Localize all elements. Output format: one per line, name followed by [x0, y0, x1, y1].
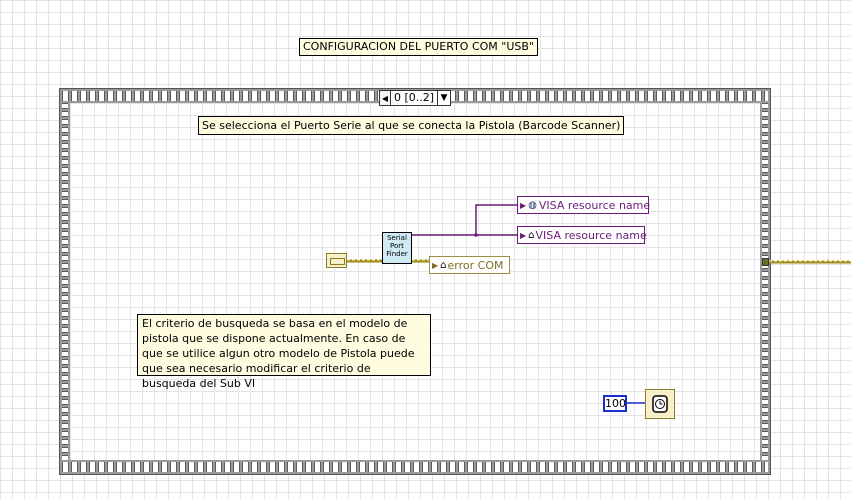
- indicator-label: VISA resource name: [538, 198, 651, 212]
- indicator-label: error COM: [447, 258, 504, 272]
- error-cluster-constant[interactable]: [326, 253, 347, 268]
- visa-wire-branch: [475, 204, 517, 235]
- indicator-arrow-icon: ▶: [520, 200, 527, 210]
- indicator-label: VISA resource name: [535, 228, 647, 242]
- subvi-label-line1: Serial: [387, 234, 407, 242]
- wait-ms-constant[interactable]: 100: [603, 395, 627, 412]
- wires: [347, 204, 851, 404]
- search-criteria-comment: El criterio de busqueda se basa en el mo…: [137, 314, 431, 390]
- serial-port-finder-subvi[interactable]: Serial Port Finder: [382, 232, 412, 264]
- house-icon: ⌂: [440, 259, 447, 271]
- visa-resource-indicator-1[interactable]: ▶ ◍ VISA resource name: [517, 196, 651, 214]
- house-icon: ⌂: [528, 229, 535, 241]
- visa-resource-indicator-2[interactable]: ▶ ⌂ VISA resource name: [517, 226, 647, 244]
- subvi-label-line2: Port: [390, 242, 404, 250]
- clock-icon: [652, 395, 668, 413]
- subvi-label-line3: Finder: [386, 250, 408, 258]
- wait-ms-icon[interactable]: [645, 389, 675, 419]
- error-com-indicator[interactable]: ▶ ⌂ error COM: [429, 256, 510, 274]
- globe-icon: ◍: [528, 199, 537, 211]
- indicator-arrow-icon: ▶: [520, 230, 527, 240]
- visa-wire-junction: [474, 233, 478, 237]
- error-output-tunnel[interactable]: [762, 258, 769, 266]
- indicator-arrow-icon: ▶: [432, 260, 439, 270]
